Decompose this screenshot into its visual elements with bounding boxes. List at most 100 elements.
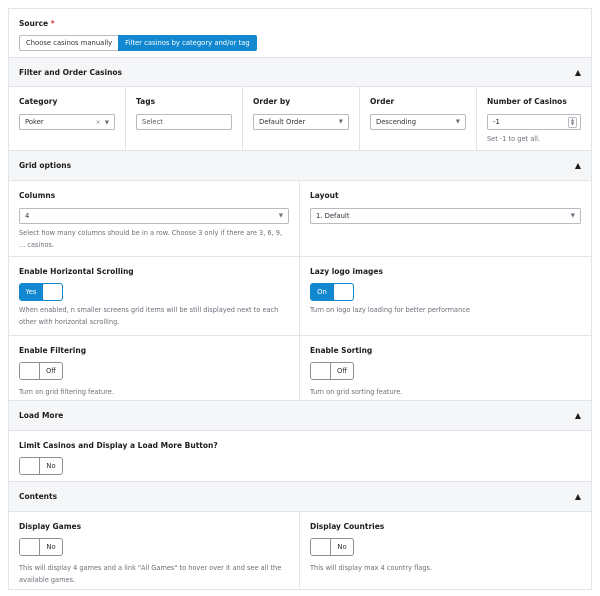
toggle-state: No [46,543,56,551]
sorting-field: Enable Sorting Off Turn on grid sorting … [300,336,591,400]
grid-row-1: Columns 4 ▼ Select how many columns shou… [9,181,591,257]
horizontal-scrolling-label: Enable Horizontal Scrolling [19,267,134,276]
required-mark: * [50,19,55,28]
horizontal-scrolling-help: When enabled, n smaller screens grid ite… [19,306,279,326]
filter-fields-row: Category Poker × ▼ Tags Select Order by D… [9,87,591,151]
columns-value: 4 [25,212,30,220]
toggle-knob [311,363,331,379]
games-help: This will display 4 games and a link "Al… [19,564,282,584]
toggle-state: On [317,288,327,296]
countries-help: This will display max 4 country flags. [310,564,433,572]
contents-row: Display Games No This will display 4 gam… [9,512,591,588]
order-by-field: Order by Default Order ▼ [243,87,360,150]
order-field: Order Descending ▼ [360,87,477,150]
chevron-down-icon: ▼ [338,119,343,125]
layout-field: Layout 1. Default ▼ [300,181,591,256]
tags-field: Tags Select [126,87,243,150]
category-select[interactable]: Poker × ▼ [19,114,115,130]
chevron-down-icon: ▼ [104,120,109,126]
toggle-state: No [46,462,56,470]
source-switch: Choose casinos manually Filter casinos b… [19,35,581,51]
chevron-down-icon: ▼ [455,119,460,125]
choose-manually-option[interactable]: Choose casinos manually [19,35,119,51]
load-more-row: Limit Casinos and Display a Load More Bu… [9,431,591,482]
source-field: Source * Choose casinos manually Filter … [9,9,591,57]
tags-label: Tags [136,97,156,106]
filtering-help: Turn on grid filtering feature. [19,388,114,396]
settings-panel: Source * Choose casinos manually Filter … [8,8,592,590]
toggle-state: Yes [25,288,37,296]
grid-section-header[interactable]: Grid options ▲ [9,151,591,181]
tags-select[interactable]: Select [136,114,232,130]
games-toggle[interactable]: No [19,538,63,556]
number-input[interactable]: -1 ▲ ▼ [487,114,581,130]
toggle-knob [311,539,331,555]
chevron-up-icon[interactable]: ▲ [575,68,581,77]
lazy-logo-field: Lazy logo images On Turn on logo lazy lo… [300,257,591,335]
number-value: -1 [493,118,500,126]
horizontal-scrolling-toggle[interactable]: Yes [19,283,63,301]
grid-row-2: Enable Horizontal Scrolling Yes When ena… [9,257,591,336]
toggle-state: Off [336,367,348,375]
order-select[interactable]: Descending ▼ [370,114,466,130]
filtering-label: Enable Filtering [19,346,87,355]
chevron-down-icon: ▼ [278,213,283,219]
number-label: Number of Casinos [487,97,567,106]
toggle-knob [20,458,40,474]
clear-icon[interactable]: × [95,118,100,126]
columns-help: Select how many columns should be in a r… [19,229,283,249]
grid-row-3: Enable Filtering Off Turn on grid filter… [9,336,591,401]
order-by-value: Default Order [259,118,306,126]
games-field: Display Games No This will display 4 gam… [9,512,300,588]
countries-field: Display Countries No This will display m… [300,512,591,588]
chevron-down-icon: ▼ [570,213,575,219]
lazy-logo-label: Lazy logo images [310,267,383,276]
horizontal-scrolling-field: Enable Horizontal Scrolling Yes When ena… [9,257,300,335]
countries-toggle[interactable]: No [310,538,354,556]
order-by-label: Order by [253,97,291,106]
stepper-icon[interactable]: ▲ ▼ [568,116,577,128]
filter-section-header[interactable]: Filter and Order Casinos ▲ [9,57,591,87]
section-title: Contents [19,492,58,501]
chevron-up-icon[interactable]: ▲ [575,161,581,170]
toggle-knob [42,284,62,300]
chevron-up-icon[interactable]: ▲ [575,411,581,420]
columns-select[interactable]: 4 ▼ [19,208,289,224]
sorting-help: Turn on grid sorting feature. [310,388,403,396]
lazy-logo-toggle[interactable]: On [310,283,354,301]
tags-placeholder: Select [142,118,163,126]
sorting-toggle[interactable]: Off [310,362,354,380]
order-by-select[interactable]: Default Order ▼ [253,114,349,130]
countries-label: Display Countries [310,522,385,531]
limit-label: Limit Casinos and Display a Load More Bu… [19,441,218,450]
category-field: Category Poker × ▼ [9,87,126,150]
toggle-knob [20,363,40,379]
toggle-knob [333,284,353,300]
limit-field: Limit Casinos and Display a Load More Bu… [9,431,591,481]
order-value: Descending [376,118,417,126]
limit-toggle[interactable]: No [19,457,63,475]
category-label: Category [19,97,58,106]
filter-by-category-option[interactable]: Filter casinos by category and/or tag [118,35,257,51]
category-value: Poker [25,118,44,126]
load-more-section-header[interactable]: Load More ▲ [9,401,591,431]
layout-label: Layout [310,191,339,200]
layout-value: 1. Default [316,212,350,220]
section-title: Load More [19,411,64,420]
chevron-up-icon[interactable]: ▲ [575,492,581,501]
columns-label: Columns [19,191,56,200]
games-label: Display Games [19,522,82,531]
toggle-knob [20,539,40,555]
toggle-state: No [337,543,347,551]
columns-field: Columns 4 ▼ Select how many columns shou… [9,181,300,256]
number-help: Set -1 to get all. [487,135,541,143]
layout-select[interactable]: 1. Default ▼ [310,208,581,224]
contents-section-header[interactable]: Contents ▲ [9,482,591,512]
source-label: Source [19,19,49,28]
filtering-toggle[interactable]: Off [19,362,63,380]
section-title: Filter and Order Casinos [19,67,123,77]
filtering-field: Enable Filtering Off Turn on grid filter… [9,336,300,400]
order-label: Order [370,97,395,106]
number-of-casinos-field: Number of Casinos -1 ▲ ▼ Set -1 to get al… [477,87,591,150]
toggle-state: Off [45,367,57,375]
